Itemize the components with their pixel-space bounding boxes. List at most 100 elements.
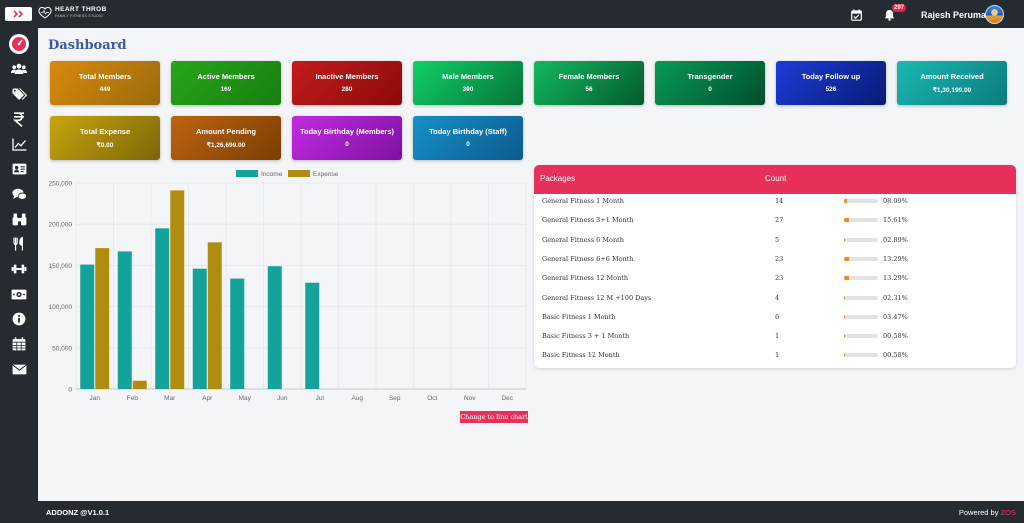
stat-card[interactable]: Male Members 390 xyxy=(413,61,523,105)
package-progress-fill xyxy=(844,237,845,242)
sidebar-item-reports[interactable] xyxy=(9,135,29,153)
y-tick-label: 200,000 xyxy=(49,222,73,229)
stat-card[interactable]: Inactive Members 280 xyxy=(292,61,402,105)
package-count: 5 xyxy=(775,235,780,244)
package-progress-fill xyxy=(844,353,845,358)
package-row: General Fitness 6 Month 5 02.89% xyxy=(534,233,1016,249)
x-tick-label: Dec xyxy=(501,395,513,402)
tags-icon xyxy=(12,87,27,100)
info-icon xyxy=(12,312,26,326)
legend-swatch xyxy=(236,170,258,177)
rupee-icon xyxy=(13,111,24,127)
package-count: 23 xyxy=(775,254,784,263)
footer: ADDONZ @V1.0.1 Powered by ZOS xyxy=(0,501,1024,523)
stat-card-value: 0 xyxy=(466,141,470,148)
stat-card-value: 56 xyxy=(585,86,593,93)
y-tick-label: 0 xyxy=(68,387,72,394)
sidebar-item-info[interactable] xyxy=(9,310,29,328)
stat-card-value: 390 xyxy=(462,86,474,93)
stat-card[interactable]: Female Members 56 xyxy=(534,61,644,105)
package-count: 1 xyxy=(775,332,780,341)
sidebar-item-diet[interactable] xyxy=(9,235,29,253)
package-row: General Fitness 12 Month 23 13.29% xyxy=(534,271,1016,287)
package-percent: 03.47% xyxy=(883,312,908,321)
package-progress-bar xyxy=(844,314,878,319)
package-count: 6 xyxy=(775,312,780,321)
bar-chart-svg: 0 50,000 100,000 150,000 200,000 250,000 Jan Fe… xyxy=(49,170,527,402)
x-tick-label: Jun xyxy=(277,395,288,402)
sidebar-item-workout[interactable] xyxy=(9,260,29,278)
package-progress-bar xyxy=(844,237,878,242)
stat-card[interactable]: Transgender 0 xyxy=(655,61,765,105)
sidebar-item-finance[interactable] xyxy=(9,110,29,128)
stat-card[interactable]: Amount Pending ₹1,26,699.00 xyxy=(171,116,281,160)
stat-card-value: ₹0.00 xyxy=(96,142,114,149)
x-tick-label: Nov xyxy=(464,395,476,402)
stat-card[interactable]: Total Members 449 xyxy=(50,61,160,105)
stat-card[interactable]: Today Follow up 526 xyxy=(776,61,886,105)
package-name: General Fitness 12 Month xyxy=(542,274,629,283)
sidebar-item-followup[interactable] xyxy=(9,210,29,228)
x-tick-label: Mar xyxy=(164,395,176,402)
calendar-icon xyxy=(12,337,26,351)
sidebar-item-payments[interactable] xyxy=(9,285,29,303)
stat-card[interactable]: Today Birthday (Staff) 0 xyxy=(413,116,523,160)
sidebar-item-tags[interactable] xyxy=(9,85,29,103)
stat-card-title: Active Members xyxy=(197,72,255,81)
stat-card-title: Male Members xyxy=(442,72,494,81)
user-name[interactable]: Rajesh Perumal xyxy=(921,10,989,20)
package-progress-fill xyxy=(844,295,845,300)
package-progress-fill xyxy=(844,199,847,203)
sidebar-item-id-cards[interactable] xyxy=(9,160,29,178)
x-tick-label: Apr xyxy=(202,395,213,402)
package-row: General Fitness 12 M +100 Days 4 02.31% xyxy=(534,291,1016,307)
sidebar xyxy=(0,28,38,501)
sidebar-item-mail[interactable] xyxy=(9,360,29,378)
stat-card[interactable]: Total Expense ₹0.00 xyxy=(50,116,160,160)
sidebar-item-calendar[interactable] xyxy=(9,335,29,353)
sidebar-item-chat[interactable] xyxy=(9,185,29,203)
logo-sub-text: FAMILY FITNESS STUDIO xyxy=(55,13,104,18)
bar-expense xyxy=(132,380,147,389)
x-tick-label: Feb xyxy=(127,395,139,402)
avatar[interactable] xyxy=(985,5,1004,24)
bar-expense xyxy=(170,190,185,389)
package-count: 14 xyxy=(775,197,784,205)
x-tick-label: May xyxy=(239,395,252,402)
bar-income xyxy=(117,251,132,389)
stat-card-value: 526 xyxy=(825,86,837,93)
top-bar: HEART THROB FAMILY FITNESS STUDIO 297 Ra… xyxy=(0,0,1024,28)
calendar-check-icon[interactable] xyxy=(851,8,862,26)
package-count: 23 xyxy=(775,274,784,283)
y-tick-label: 150,000 xyxy=(49,263,73,270)
stat-card[interactable]: Active Members 169 xyxy=(171,61,281,105)
packages-panel: Packages Count General Fitness 1 Month 14… xyxy=(534,165,1016,368)
stat-card-value: 0 xyxy=(345,141,349,148)
bar-income xyxy=(80,264,95,389)
stat-card[interactable]: Amount Received ₹1,30,199.00 xyxy=(897,61,1007,105)
package-count: 27 xyxy=(775,216,784,225)
notification-badge: 297 xyxy=(892,4,907,12)
package-percent: 13.29% xyxy=(883,274,908,283)
sidebar-item-dashboard[interactable] xyxy=(9,34,29,54)
x-tick-label: Jan xyxy=(90,395,101,402)
version-text: ADDONZ @V1.0.1 xyxy=(46,508,110,517)
package-progress-fill xyxy=(844,218,850,223)
id-card-icon xyxy=(12,163,26,175)
stat-card[interactable]: Today Birthday (Members) 0 xyxy=(292,116,402,160)
binoculars-icon xyxy=(12,213,26,225)
heart-logo-icon xyxy=(38,6,52,19)
x-tick-label: Sep xyxy=(389,395,401,402)
menu-toggle-button[interactable] xyxy=(5,7,32,21)
change-to-line-chart-button[interactable]: Change to line chart xyxy=(460,411,528,423)
package-progress-bar xyxy=(844,334,878,339)
package-progress-bar xyxy=(844,295,878,300)
stat-card-title: Amount Pending xyxy=(196,127,256,136)
bar-income xyxy=(230,278,245,389)
sidebar-item-members[interactable] xyxy=(9,60,29,78)
powered-brand-link[interactable]: ZOS xyxy=(1001,508,1016,517)
package-count: 1 xyxy=(775,351,780,360)
package-progress-fill xyxy=(844,334,845,339)
brand-logo[interactable]: HEART THROB FAMILY FITNESS STUDIO xyxy=(38,6,107,19)
stat-card-title: Today Birthday (Members) xyxy=(299,127,395,136)
